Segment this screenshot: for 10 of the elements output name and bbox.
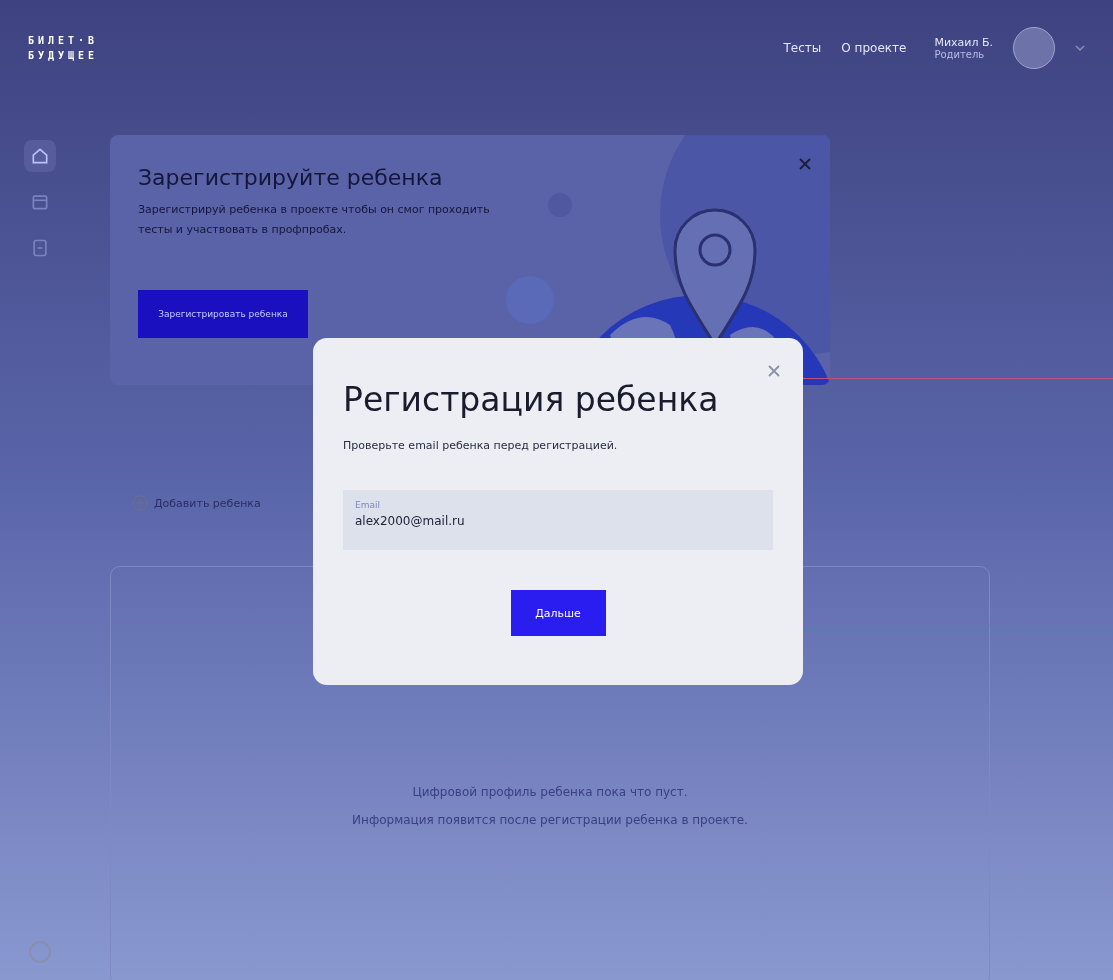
user-name: Михаил Б. — [934, 35, 993, 49]
logo-text: БИЛЕТ·В БУДУЩЕЕ — [28, 34, 99, 61]
dialog-subtitle: Проверьте email ребенка перед регистрацией. — [343, 439, 619, 452]
banner-text: Зарегистрируй ребенка в проекте чтобы он смог проходить тесты и участвовать в профпробах. — [138, 202, 491, 238]
user-role: Родитель — [934, 48, 986, 60]
banner-title: Зарегистрируйте ребенка — [138, 165, 444, 190]
dialog-title: Регистрация ребенка — [343, 380, 720, 419]
empty-state-text: Цифровой профиль ребенка пока что пуст. — [412, 785, 688, 799]
empty-state-text: Информация появится после регистрации ребенка в проекте. — [352, 813, 748, 827]
field-label: Email — [355, 500, 381, 510]
